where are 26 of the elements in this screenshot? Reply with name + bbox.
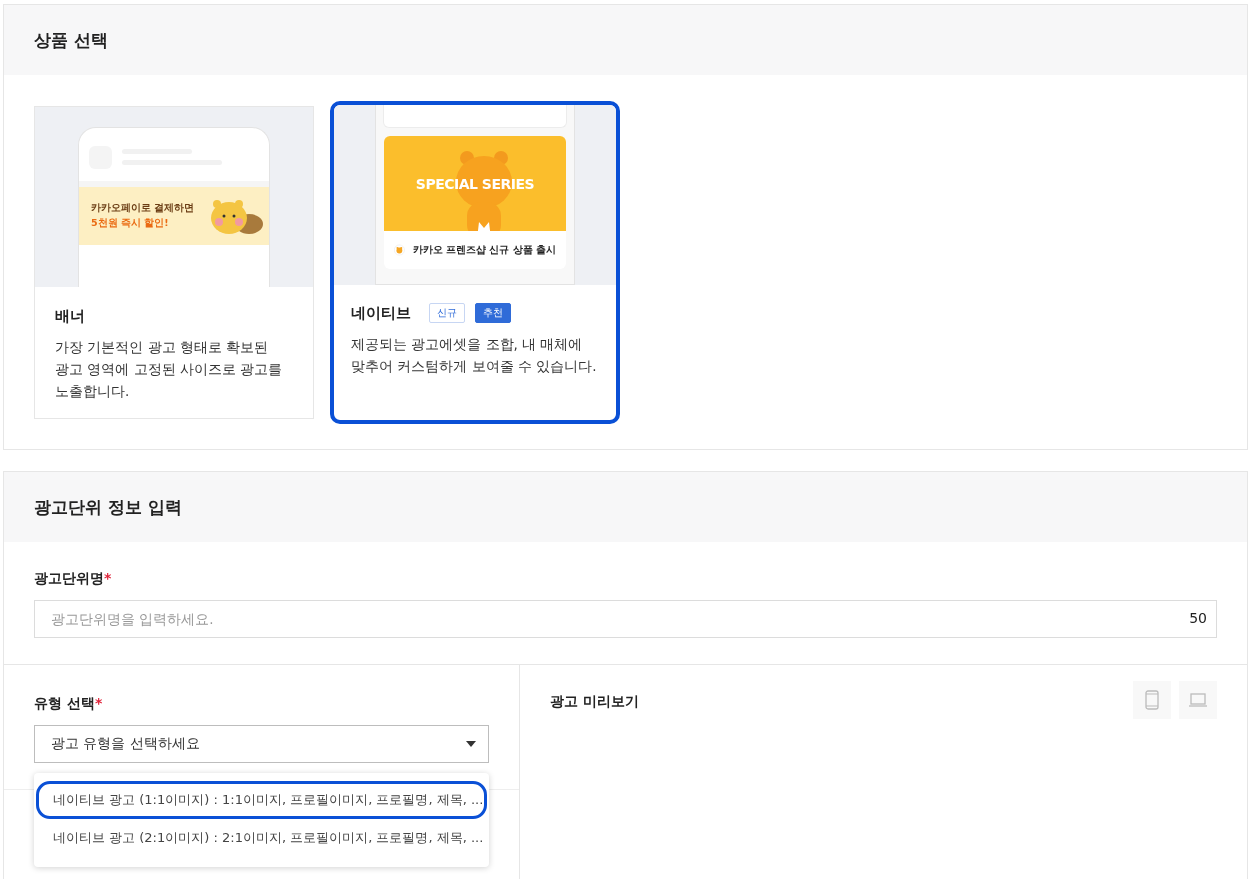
laptop-icon: [1188, 692, 1208, 708]
caret-icon: [466, 741, 476, 747]
banner-ad-text: 카카오페이로 결제하면: [91, 202, 195, 215]
tag-label: 추천: [475, 303, 511, 323]
promo-heading: SPECIAL SERIES: [415, 175, 535, 192]
product-description: 제공되는 광고에셋을 조합, 내 매체에 맞추어 커스텀하게 보여줄 수 있습니다.: [351, 335, 598, 376]
ad-headline: 카카오 프렌즈샵 신규 상품 출시: [412, 243, 556, 257]
preview-title: 광고 미리보기: [550, 693, 639, 711]
mobile-icon: [1144, 690, 1160, 710]
mobile-view-button[interactable]: [1133, 681, 1171, 719]
product-name: 네이티브: [351, 303, 411, 323]
dropdown-option[interactable]: 네이티브 광고 (2:1이미지) : 2:1이미지, 프로필이미지, 프로필명, 제목, ...: [36, 819, 487, 857]
section-title: 상품 선택: [34, 28, 108, 52]
dropdown-option[interactable]: 네이티브 광고 (1:1이미지) : 1:1이미지, 프로필이미지, 프로필명, 제목, ...: [36, 781, 487, 819]
ad-type-dropdown[interactable]: 광고 유형을 선택하세요: [34, 725, 489, 763]
tag-label: 신규: [429, 303, 465, 323]
product-description: 가장 기본적인 광고 형태로 확보된 광고 영역에 고정된 사이즈로 광고를 노출합니다.: [55, 338, 284, 401]
field-label: 유형 선택*: [34, 695, 104, 713]
product-card[interactable]: 카카오페이로 결제하면 5천원 즉시 할인! 배너 가장 기본적인 광고 형태로 확보된 광고 영역에 고정된 사이즈로 광고를 노출합니다.: [34, 106, 314, 419]
character-counter: 50: [1189, 610, 1207, 626]
field-label: 광고단위명*: [34, 570, 113, 588]
section-title: 광고단위 정보 입력: [34, 495, 182, 519]
banner-ad-text: 5천원 즉시 할인!: [91, 217, 170, 230]
desktop-view-button[interactable]: [1179, 681, 1217, 719]
product-card[interactable]: SPECIAL SERIES 카카오 프렌즈샵 신규 상품 출시 네이티브 신규 추천 제공되는 광고에셋을 조합, 내 매체에 맞추어 커스텀하게 보여줄 수 있습니다.: [330, 101, 620, 424]
product-name: 배너: [55, 307, 85, 326]
